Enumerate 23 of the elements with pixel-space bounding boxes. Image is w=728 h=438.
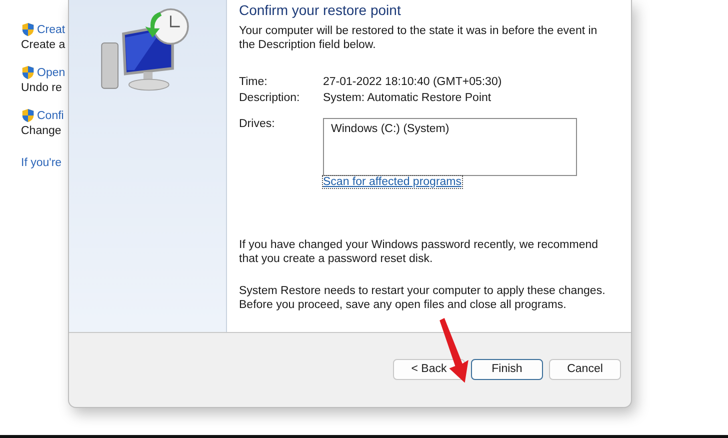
field-label: Description: xyxy=(239,92,301,104)
task-description: Undo re xyxy=(21,82,63,94)
task-description: Create a xyxy=(21,39,66,51)
task-link[interactable]: Confi xyxy=(37,110,64,122)
field-value: 27-01-2022 18:10:40 (GMT+05:30) xyxy=(323,76,502,88)
shield-icon xyxy=(21,65,35,80)
field-value: System: Automatic Restore Point xyxy=(323,92,492,104)
dialog-heading: Confirm your restore point xyxy=(239,2,402,18)
task-link[interactable]: Open xyxy=(37,66,66,78)
drive-item[interactable]: Windows (C:) (System) xyxy=(331,123,569,135)
dialog-button[interactable]: Finish xyxy=(471,358,543,380)
dialog-button[interactable]: Cancel xyxy=(549,358,621,380)
task-description: Change xyxy=(21,125,62,137)
field-label: Drives: xyxy=(239,118,276,132)
task-link[interactable]: Creat xyxy=(37,24,66,36)
shield-icon xyxy=(21,22,35,37)
note-text: System Restore needs to restart your computer to apply these changes. Before you proceed, save any open files and close all programs. xyxy=(239,284,606,312)
shield-icon xyxy=(21,108,35,123)
intro-text: Your computer will be restored to the state it was in before the event in the Description field below. xyxy=(239,24,598,52)
note-text: If you have changed your Windows password recently, we recommend that you create a password reset disk. xyxy=(239,238,600,266)
scan-link[interactable]: Scan for affected programs xyxy=(323,176,462,188)
field-label: Time: xyxy=(239,76,268,88)
help-link[interactable]: If you're xyxy=(21,157,68,169)
